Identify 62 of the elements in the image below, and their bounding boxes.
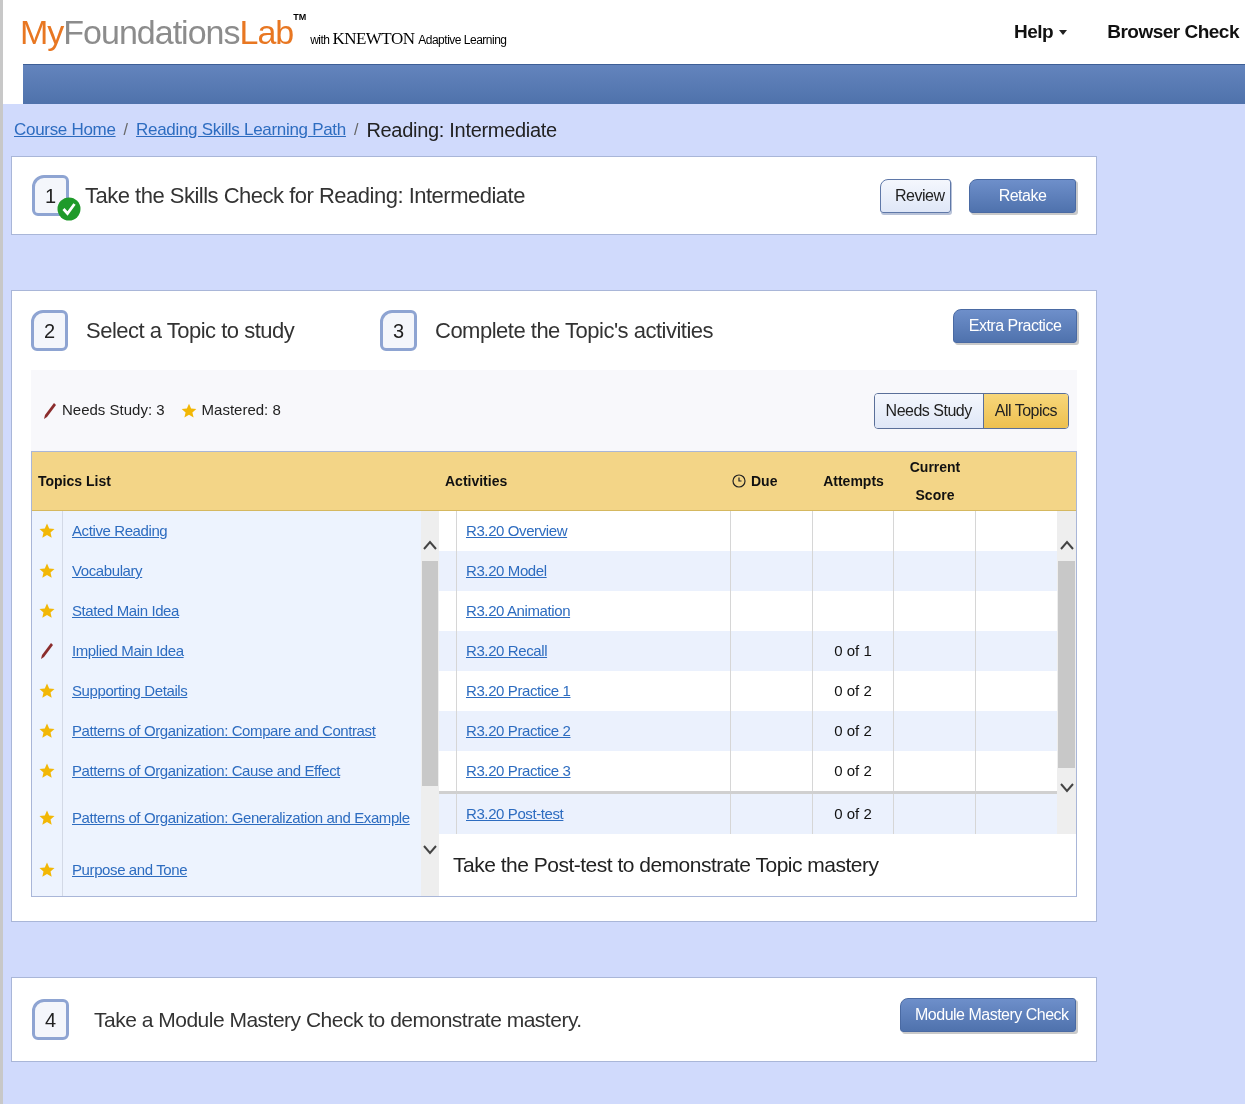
topic-link[interactable]: Patterns of Organization: Cause and Effect xyxy=(72,759,341,783)
column-header: Due xyxy=(751,471,778,491)
breadcrumb-link[interactable]: Course Home xyxy=(14,117,116,143)
scrollbar-thumb[interactable] xyxy=(1058,561,1075,768)
breadcrumb-separator: / xyxy=(123,120,129,140)
topic-link[interactable]: Implied Main Idea xyxy=(72,639,184,663)
activity-link[interactable]: R3.20 Practice 2 xyxy=(466,719,571,743)
table-cell-text: 0 of 2 xyxy=(834,720,872,741)
action-button[interactable]: Extra Practice xyxy=(953,308,1077,343)
table-cell-text: 0 of 1 xyxy=(834,640,872,661)
step-title: Select a Topic to study xyxy=(86,317,296,345)
scrollbar-thumb[interactable] xyxy=(422,561,438,786)
topic-link[interactable]: Supporting Details xyxy=(72,679,188,703)
step-number: 4 xyxy=(32,999,69,1040)
mastered-count: Mastered: 8 xyxy=(201,400,281,421)
pencil-icon xyxy=(43,401,57,420)
activity-link[interactable]: R3.20 Practice 3 xyxy=(466,759,571,783)
scroll-up-icon[interactable] xyxy=(1059,539,1074,551)
tagline: with KNEWTON Adaptive Learning xyxy=(310,27,507,50)
topic-link[interactable]: Purpose and Tone xyxy=(72,858,188,882)
column-header: Current Score xyxy=(908,458,962,505)
step-title: Complete the Topic's activities xyxy=(435,317,714,345)
column-header: Topics List xyxy=(38,471,112,491)
column-header: Attempts xyxy=(822,471,885,491)
activity-link[interactable]: R3.20 Overview xyxy=(466,519,568,543)
scrollbar[interactable] xyxy=(1057,511,1076,834)
table-cell-text: 0 of 2 xyxy=(834,680,872,701)
table-cell-text: 0 of 2 xyxy=(834,760,872,781)
topic-link[interactable]: Vocabulary xyxy=(72,559,143,583)
activity-link[interactable]: R3.20 Post-test xyxy=(466,802,564,826)
action-button[interactable]: Retake xyxy=(969,178,1076,213)
needs-study-count: Needs Study: 3 xyxy=(62,400,165,421)
nav-link[interactable]: Help xyxy=(1013,17,1068,47)
topic-link[interactable]: Active Reading xyxy=(72,519,168,543)
scroll-up-icon[interactable] xyxy=(423,539,437,551)
star-icon xyxy=(180,402,197,419)
topic-link[interactable]: Patterns of Organization: Compare and Contrast xyxy=(72,719,376,743)
instruction-text: Take the Post-test to demonstrate Topic mastery xyxy=(452,852,880,879)
breadcrumb-current: Reading: Intermediate xyxy=(366,118,557,143)
table-cell-text: 0 of 2 xyxy=(834,803,872,824)
step-number: 2 xyxy=(31,310,68,351)
action-button[interactable]: Review xyxy=(880,178,951,213)
nav-link[interactable]: Browser Check xyxy=(1107,17,1239,47)
action-button[interactable]: Module Mastery Check xyxy=(900,997,1076,1032)
clock-icon xyxy=(732,473,746,489)
scroll-down-icon[interactable] xyxy=(1059,782,1074,794)
breadcrumb-separator: / xyxy=(353,120,359,140)
activity-link[interactable]: R3.20 Recall xyxy=(466,639,548,663)
activity-link[interactable]: R3.20 Animation xyxy=(466,599,571,623)
scroll-down-icon[interactable] xyxy=(423,844,437,856)
filter-tab[interactable]: Needs Study xyxy=(874,393,983,428)
activity-link[interactable]: R3.20 Practice 1 xyxy=(466,679,571,703)
scrollbar[interactable] xyxy=(421,511,439,896)
topic-link[interactable]: Patterns of Organization: Generalization and Example xyxy=(72,805,410,830)
step-number: 3 xyxy=(380,310,417,351)
breadcrumb-link[interactable]: Reading Skills Learning Path xyxy=(136,117,346,143)
filter-tab[interactable]: All Topics xyxy=(982,393,1068,428)
step-title: Take the Skills Check for Reading: Intermediate xyxy=(85,182,525,210)
topic-link[interactable]: Stated Main Idea xyxy=(72,599,179,623)
activity-link[interactable]: R3.20 Model xyxy=(466,559,547,583)
step-title: Take a Module Mastery Check to demonstrate mastery. xyxy=(94,1006,582,1033)
column-header: Activities xyxy=(445,471,509,491)
